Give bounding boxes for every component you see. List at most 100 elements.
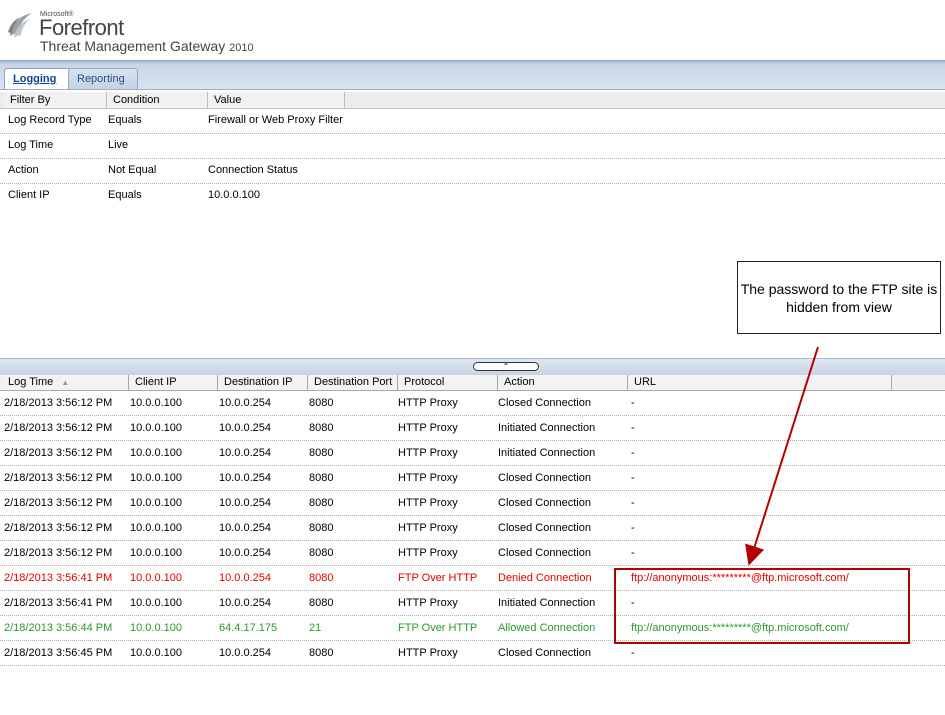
protocol-cell: FTP Over HTTP bbox=[398, 622, 478, 634]
filter-by-cell: Log Record Type bbox=[8, 114, 92, 126]
log-header-destination-ip[interactable]: Destination IP bbox=[218, 375, 308, 390]
pane-splitter[interactable]: ⌃ bbox=[0, 358, 945, 375]
protocol-cell: HTTP Proxy bbox=[398, 472, 458, 484]
log-header-client-ip[interactable]: Client IP bbox=[129, 375, 218, 390]
filter-by-cell: Client IP bbox=[8, 189, 50, 201]
destination-port-cell: 8080 bbox=[309, 572, 334, 584]
log-header-protocol[interactable]: Protocol bbox=[398, 375, 498, 390]
client-ip-cell: 10.0.0.100 bbox=[130, 547, 182, 559]
filter-value-cell: 10.0.0.100 bbox=[208, 189, 260, 201]
tab-logging[interactable]: Logging bbox=[4, 68, 72, 89]
protocol-cell: HTTP Proxy bbox=[398, 497, 458, 509]
log-header-action[interactable]: Action bbox=[498, 375, 628, 390]
action-cell: Initiated Connection bbox=[498, 422, 596, 434]
destination-ip-cell: 10.0.0.254 bbox=[219, 547, 271, 559]
table-row[interactable]: 2/18/2013 3:56:12 PM 10.0.0.100 10.0.0.254… bbox=[0, 441, 945, 466]
log-time-cell: 2/18/2013 3:56:12 PM bbox=[4, 422, 113, 434]
destination-ip-cell: 10.0.0.254 bbox=[219, 472, 271, 484]
destination-ip-cell: 64.4.17.175 bbox=[219, 622, 278, 634]
highlight-box bbox=[614, 568, 910, 644]
filter-condition-cell: Not Equal bbox=[108, 164, 157, 176]
client-ip-cell: 10.0.0.100 bbox=[130, 647, 182, 659]
action-cell: Allowed Connection bbox=[498, 622, 596, 634]
url-cell: - bbox=[631, 472, 635, 484]
log-header-destination-port[interactable]: Destination Port bbox=[308, 375, 398, 390]
filter-value-cell: Firewall or Web Proxy Filter bbox=[208, 114, 343, 126]
url-cell: - bbox=[631, 497, 635, 509]
log-time-cell: 2/18/2013 3:56:12 PM bbox=[4, 447, 113, 459]
destination-ip-cell: 10.0.0.254 bbox=[219, 597, 271, 609]
client-ip-cell: 10.0.0.100 bbox=[130, 447, 182, 459]
table-row[interactable]: 2/18/2013 3:56:12 PM 10.0.0.100 10.0.0.254… bbox=[0, 466, 945, 491]
destination-ip-cell: 10.0.0.254 bbox=[219, 422, 271, 434]
log-header-row: Log Time ▲ Client IP Destination IP Desti… bbox=[0, 375, 945, 391]
filter-header-value[interactable]: Value bbox=[208, 92, 345, 108]
filter-header-filter-by[interactable]: Filter By bbox=[4, 92, 107, 108]
tab-bar: Logging Reporting bbox=[0, 60, 945, 90]
protocol-cell: HTTP Proxy bbox=[398, 647, 458, 659]
destination-ip-cell: 10.0.0.254 bbox=[219, 522, 271, 534]
log-time-cell: 2/18/2013 3:56:12 PM bbox=[4, 497, 113, 509]
table-row[interactable]: 2/18/2013 3:56:12 PM 10.0.0.100 10.0.0.254… bbox=[0, 516, 945, 541]
protocol-cell: HTTP Proxy bbox=[398, 597, 458, 609]
tab-reporting[interactable]: Reporting bbox=[68, 68, 138, 89]
destination-port-cell: 8080 bbox=[309, 472, 334, 484]
chevron-up-icon[interactable]: ⌃ bbox=[473, 362, 539, 371]
log-header-log-time[interactable]: Log Time ▲ bbox=[2, 375, 129, 390]
protocol-cell: HTTP Proxy bbox=[398, 422, 458, 434]
table-row[interactable]: 2/18/2013 3:56:12 PM 10.0.0.100 10.0.0.254… bbox=[0, 416, 945, 441]
log-header-url[interactable]: URL bbox=[628, 375, 892, 390]
action-cell: Closed Connection bbox=[498, 522, 591, 534]
filter-header-condition[interactable]: Condition bbox=[107, 92, 208, 108]
filter-row[interactable]: Client IP Equals 10.0.0.100 bbox=[0, 184, 945, 208]
destination-port-cell: 8080 bbox=[309, 522, 334, 534]
protocol-cell: HTTP Proxy bbox=[398, 522, 458, 534]
log-time-cell: 2/18/2013 3:56:45 PM bbox=[4, 647, 113, 659]
client-ip-cell: 10.0.0.100 bbox=[130, 472, 182, 484]
protocol-cell: FTP Over HTTP bbox=[398, 572, 478, 584]
url-cell: - bbox=[631, 522, 635, 534]
log-header-log-time-label: Log Time bbox=[8, 376, 54, 388]
filter-row[interactable]: Action Not Equal Connection Status bbox=[0, 159, 945, 184]
filter-condition-cell: Equals bbox=[108, 189, 142, 201]
destination-ip-cell: 10.0.0.254 bbox=[219, 572, 271, 584]
protocol-cell: HTTP Proxy bbox=[398, 397, 458, 409]
protocol-cell: HTTP Proxy bbox=[398, 547, 458, 559]
sort-ascending-icon: ▲ bbox=[61, 378, 70, 387]
log-time-cell: 2/18/2013 3:56:41 PM bbox=[4, 597, 113, 609]
app-header: Microsoft® Forefront Threat Management G… bbox=[0, 0, 945, 60]
url-cell: - bbox=[631, 547, 635, 559]
log-time-cell: 2/18/2013 3:56:12 PM bbox=[4, 547, 113, 559]
table-row[interactable]: 2/18/2013 3:56:12 PM 10.0.0.100 10.0.0.254… bbox=[0, 491, 945, 516]
forefront-logo-icon bbox=[8, 13, 32, 37]
client-ip-cell: 10.0.0.100 bbox=[130, 622, 182, 634]
filter-row[interactable]: Log Time Live bbox=[0, 134, 945, 159]
log-time-cell: 2/18/2013 3:56:12 PM bbox=[4, 522, 113, 534]
filter-row[interactable]: Log Record Type Equals Firewall or Web P… bbox=[0, 109, 945, 134]
log-time-cell: 2/18/2013 3:56:44 PM bbox=[4, 622, 113, 634]
action-cell: Closed Connection bbox=[498, 397, 591, 409]
table-row[interactable]: 2/18/2013 3:56:45 PM 10.0.0.100 10.0.0.254… bbox=[0, 641, 945, 666]
table-row[interactable]: 2/18/2013 3:56:12 PM 10.0.0.100 10.0.0.254… bbox=[0, 541, 945, 566]
destination-ip-cell: 10.0.0.254 bbox=[219, 397, 271, 409]
filter-by-cell: Log Time bbox=[8, 139, 54, 151]
client-ip-cell: 10.0.0.100 bbox=[130, 522, 182, 534]
action-cell: Closed Connection bbox=[498, 472, 591, 484]
client-ip-cell: 10.0.0.100 bbox=[130, 497, 182, 509]
protocol-cell: HTTP Proxy bbox=[398, 447, 458, 459]
log-time-cell: 2/18/2013 3:56:12 PM bbox=[4, 472, 113, 484]
url-cell: - bbox=[631, 397, 635, 409]
filter-table: Filter By Condition Value Log Record Typ… bbox=[0, 92, 945, 208]
destination-port-cell: 8080 bbox=[309, 497, 334, 509]
log-time-cell: 2/18/2013 3:56:41 PM bbox=[4, 572, 113, 584]
annotation-callout: The password to the FTP site is hidden f… bbox=[737, 261, 941, 334]
filter-by-cell: Action bbox=[8, 164, 39, 176]
destination-ip-cell: 10.0.0.254 bbox=[219, 497, 271, 509]
destination-port-cell: 8080 bbox=[309, 597, 334, 609]
brand-subtitle-text: Threat Management Gateway bbox=[40, 38, 226, 54]
action-cell: Initiated Connection bbox=[498, 597, 596, 609]
brand-year: 2010 bbox=[229, 42, 254, 54]
table-row[interactable]: 2/18/2013 3:56:12 PM 10.0.0.100 10.0.0.254… bbox=[0, 391, 945, 416]
client-ip-cell: 10.0.0.100 bbox=[130, 397, 182, 409]
destination-ip-cell: 10.0.0.254 bbox=[219, 647, 271, 659]
